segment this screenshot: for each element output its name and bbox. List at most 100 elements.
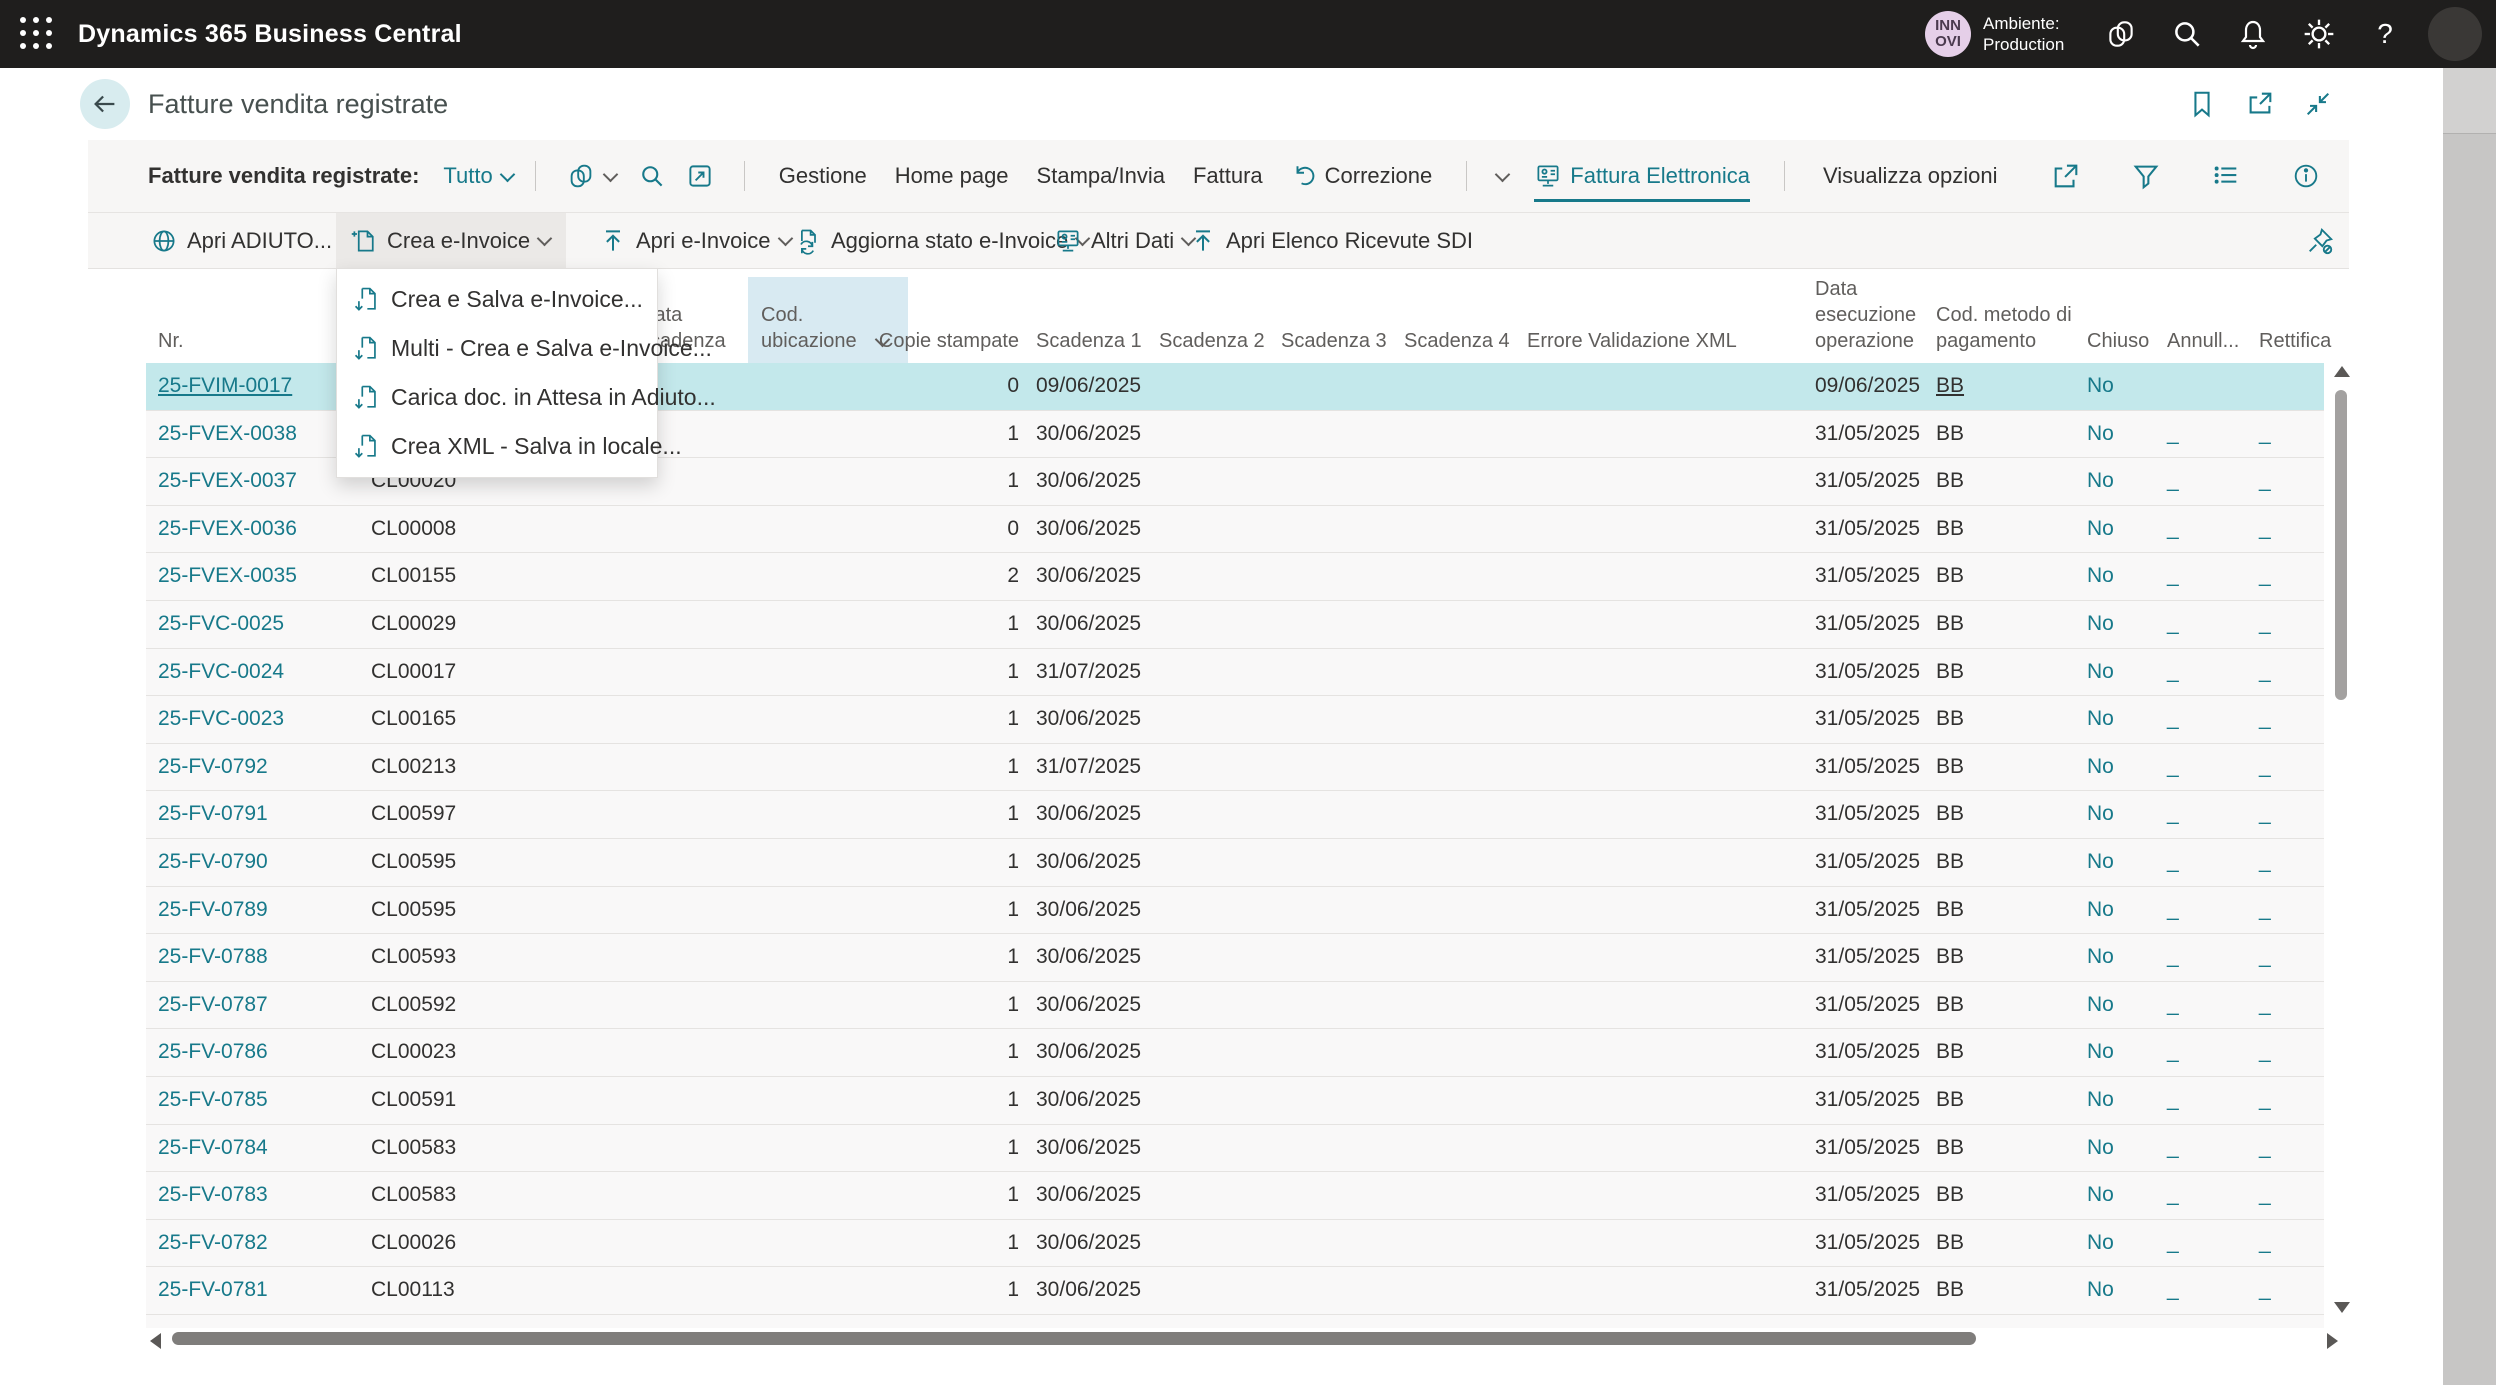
column-header-nr[interactable]: Nr. bbox=[158, 328, 184, 354]
chiuso-cell: No bbox=[2087, 601, 2114, 648]
nr-link[interactable]: 25-FVC-0024 bbox=[158, 649, 284, 696]
scroll-down-arrow[interactable] bbox=[2334, 1302, 2350, 1313]
environment-badge[interactable]: INN OVI bbox=[1925, 11, 1971, 57]
action-crea-e-invoice[interactable]: Crea e-Invoice bbox=[336, 213, 566, 268]
notifications-icon[interactable] bbox=[2220, 11, 2286, 57]
table-row[interactable]: 25-FVEX-0036CL00008030/06/202531/05/2025… bbox=[146, 506, 2324, 554]
collapse-icon[interactable] bbox=[2303, 89, 2333, 119]
table-row[interactable]: 25-FVC-0025CL00029130/06/202531/05/2025B… bbox=[146, 601, 2324, 649]
vertical-scrollbar[interactable] bbox=[2331, 363, 2351, 1331]
menu-overflow-chevron[interactable] bbox=[1497, 173, 1510, 180]
help-icon[interactable]: ? bbox=[2352, 11, 2418, 57]
nr-link[interactable]: 25-FV-0784 bbox=[158, 1125, 268, 1172]
settings-gear-icon[interactable] bbox=[2286, 11, 2352, 57]
open-in-new-window-icon[interactable] bbox=[2245, 89, 2275, 119]
menu-item-fattura-elettronica[interactable]: Fattura Elettronica bbox=[1534, 150, 1750, 202]
nr-link[interactable]: 25-FV-0781 bbox=[158, 1267, 268, 1314]
table-row[interactable]: 25-FVEX-0035CL00155230/06/202531/05/2025… bbox=[146, 553, 2324, 601]
menu-item-fattura[interactable]: Fattura bbox=[1193, 153, 1263, 199]
table-row[interactable]: 25-FV-0785CL00591130/06/202531/05/2025BB… bbox=[146, 1077, 2324, 1125]
column-header-errore-validazione-xml[interactable]: Errore Validazione XML bbox=[1527, 328, 1737, 354]
analyze-icon[interactable] bbox=[686, 162, 714, 190]
horizontal-scrollbar[interactable] bbox=[140, 1328, 2352, 1352]
menu-item-carica-doc-in-attesa[interactable]: Carica doc. in Attesa in Adiuto... bbox=[337, 373, 657, 422]
nr-link[interactable]: 25-FVC-0025 bbox=[158, 601, 284, 648]
nr-link[interactable]: 25-FV-0787 bbox=[158, 982, 268, 1029]
menu-item-crea-xml-salva-in-locale[interactable]: Crea XML - Salva in locale... bbox=[337, 422, 657, 471]
unpin-icon[interactable] bbox=[2305, 213, 2335, 268]
scroll-right-arrow[interactable] bbox=[2327, 1333, 2338, 1349]
table-row[interactable]: 25-FVC-0023CL00165130/06/202531/05/2025B… bbox=[146, 696, 2324, 744]
back-button[interactable] bbox=[80, 79, 130, 129]
table-row[interactable]: 25-FV-0787CL00592130/06/202531/05/2025BB… bbox=[146, 982, 2324, 1030]
nr-link[interactable]: 25-FV-0782 bbox=[158, 1220, 268, 1267]
table-row[interactable]: 25-FV-0789CL00595130/06/202531/05/2025BB… bbox=[146, 887, 2324, 935]
search-icon[interactable] bbox=[2154, 11, 2220, 57]
nr-link[interactable]: 25-FV-0790 bbox=[158, 839, 268, 886]
action-apri-elenco-ricevute-sdi[interactable]: Apri Elenco Ricevute SDI bbox=[1175, 213, 1487, 268]
column-header-annullata[interactable]: Annull... bbox=[2167, 328, 2239, 354]
nr-link[interactable]: 25-FV-0788 bbox=[158, 934, 268, 981]
column-header-chiuso[interactable]: Chiuso bbox=[2087, 328, 2149, 354]
nr-link[interactable]: 25-FV-0789 bbox=[158, 887, 268, 934]
nr-link[interactable]: 25-FV-0786 bbox=[158, 1029, 268, 1076]
list-view-icon[interactable] bbox=[2211, 161, 2241, 191]
scroll-left-arrow[interactable] bbox=[150, 1333, 161, 1349]
menu-item-multi-crea-e-salva-e-invoice[interactable]: Multi - Crea e Salva e-Invoice... bbox=[337, 324, 657, 373]
table-row[interactable]: 25-FV-0790CL00595130/06/202531/05/2025BB… bbox=[146, 839, 2324, 887]
column-header-rettifica[interactable]: Rettifica bbox=[2259, 328, 2331, 354]
copilot-menu-icon[interactable] bbox=[566, 161, 618, 191]
nr-link[interactable]: 25-FV-0791 bbox=[158, 791, 268, 838]
menu-item-crea-e-salva-e-invoice[interactable]: Crea e Salva e-Invoice... bbox=[337, 275, 657, 324]
info-icon[interactable] bbox=[2291, 161, 2321, 191]
action-apri-e-invoice[interactable]: Apri e-Invoice bbox=[585, 213, 807, 268]
table-row[interactable]: 25-FV-0788CL00593130/06/202531/05/2025BB… bbox=[146, 934, 2324, 982]
table-row[interactable]: 25-FV-0786CL00023130/06/202531/05/2025BB… bbox=[146, 1029, 2324, 1077]
table-row[interactable]: 25-FV-0791CL00597130/06/202531/05/2025BB… bbox=[146, 791, 2324, 839]
nr-link[interactable]: 25-FVEX-0036 bbox=[158, 506, 297, 553]
vertical-scrollbar-thumb[interactable] bbox=[2335, 390, 2347, 700]
app-title[interactable]: Dynamics 365 Business Central bbox=[78, 20, 462, 49]
horizontal-scrollbar-thumb[interactable] bbox=[172, 1332, 1976, 1345]
table-row[interactable]: 25-FV-0783CL00583130/06/202531/05/2025BB… bbox=[146, 1172, 2324, 1220]
table-row[interactable]: 25-FV-0782CL00026130/06/202531/05/2025BB… bbox=[146, 1220, 2324, 1268]
menu-item-home-page[interactable]: Home page bbox=[895, 153, 1009, 199]
menu-item-gestione[interactable]: Gestione bbox=[779, 153, 867, 199]
copilot-icon[interactable] bbox=[2088, 11, 2154, 57]
filter-icon[interactable] bbox=[2131, 161, 2161, 191]
nr-link[interactable]: 25-FV-0785 bbox=[158, 1077, 268, 1124]
column-header-cod-metodo-di-pagamento[interactable]: Cod. metodo di pagamento bbox=[1936, 302, 2078, 354]
nr-link[interactable]: 25-FVEX-0037 bbox=[158, 458, 297, 505]
column-header-scadenza-4[interactable]: Scadenza 4 bbox=[1404, 328, 1510, 354]
search-list-icon[interactable] bbox=[638, 162, 666, 190]
nr-link[interactable]: 25-FV-0792 bbox=[158, 744, 268, 791]
nr-link[interactable]: 25-FVEX-0035 bbox=[158, 553, 297, 600]
table-row[interactable]: 25-FV-0792CL00213131/07/202531/05/2025BB… bbox=[146, 744, 2324, 792]
menu-item-stampa-invia[interactable]: Stampa/Invia bbox=[1037, 153, 1165, 199]
action-bar: Apri ADIUTO... Crea e-Invoice bbox=[88, 213, 2349, 268]
user-avatar[interactable] bbox=[2428, 7, 2482, 61]
data-esecuzione-cell: 31/05/2025 bbox=[1815, 458, 1920, 505]
nr-link[interactable]: 25-FVIM-0017 bbox=[158, 363, 292, 410]
column-header-scadenza-3[interactable]: Scadenza 3 bbox=[1281, 328, 1387, 354]
scroll-up-arrow[interactable] bbox=[2334, 366, 2350, 377]
action-apri-adiuto[interactable]: Apri ADIUTO... bbox=[136, 213, 346, 268]
cliente-cell: CL00029 bbox=[371, 601, 456, 648]
share-icon[interactable] bbox=[2051, 161, 2081, 191]
app-launcher-icon[interactable] bbox=[14, 11, 60, 57]
copie-stampate-cell: 1 bbox=[876, 458, 1019, 505]
table-row[interactable]: 25-FV-0784CL00583130/06/202531/05/2025BB… bbox=[146, 1125, 2324, 1173]
column-header-copie-stampate[interactable]: Copie stampate bbox=[876, 328, 1019, 354]
filter-view-dropdown[interactable]: Tutto bbox=[443, 163, 514, 189]
column-header-data-esecuzione-operazione[interactable]: Data esecuzione operazione bbox=[1815, 276, 1937, 354]
nr-link[interactable]: 25-FVEX-0038 bbox=[158, 411, 297, 458]
table-row[interactable]: 25-FVC-0024CL00017131/07/202531/05/2025B… bbox=[146, 649, 2324, 697]
column-header-scadenza-1[interactable]: Scadenza 1 bbox=[1036, 328, 1142, 354]
nr-link[interactable]: 25-FV-0783 bbox=[158, 1172, 268, 1219]
nr-link[interactable]: 25-FVC-0023 bbox=[158, 696, 284, 743]
table-row[interactable]: 25-FV-0781CL00113130/06/202531/05/2025BB… bbox=[146, 1267, 2324, 1315]
menu-item-correzione[interactable]: Correzione bbox=[1291, 153, 1433, 199]
column-header-scadenza-2[interactable]: Scadenza 2 bbox=[1159, 328, 1265, 354]
bookmark-icon[interactable] bbox=[2187, 89, 2217, 119]
menu-item-visualizza-opzioni[interactable]: Visualizza opzioni bbox=[1823, 153, 1997, 199]
